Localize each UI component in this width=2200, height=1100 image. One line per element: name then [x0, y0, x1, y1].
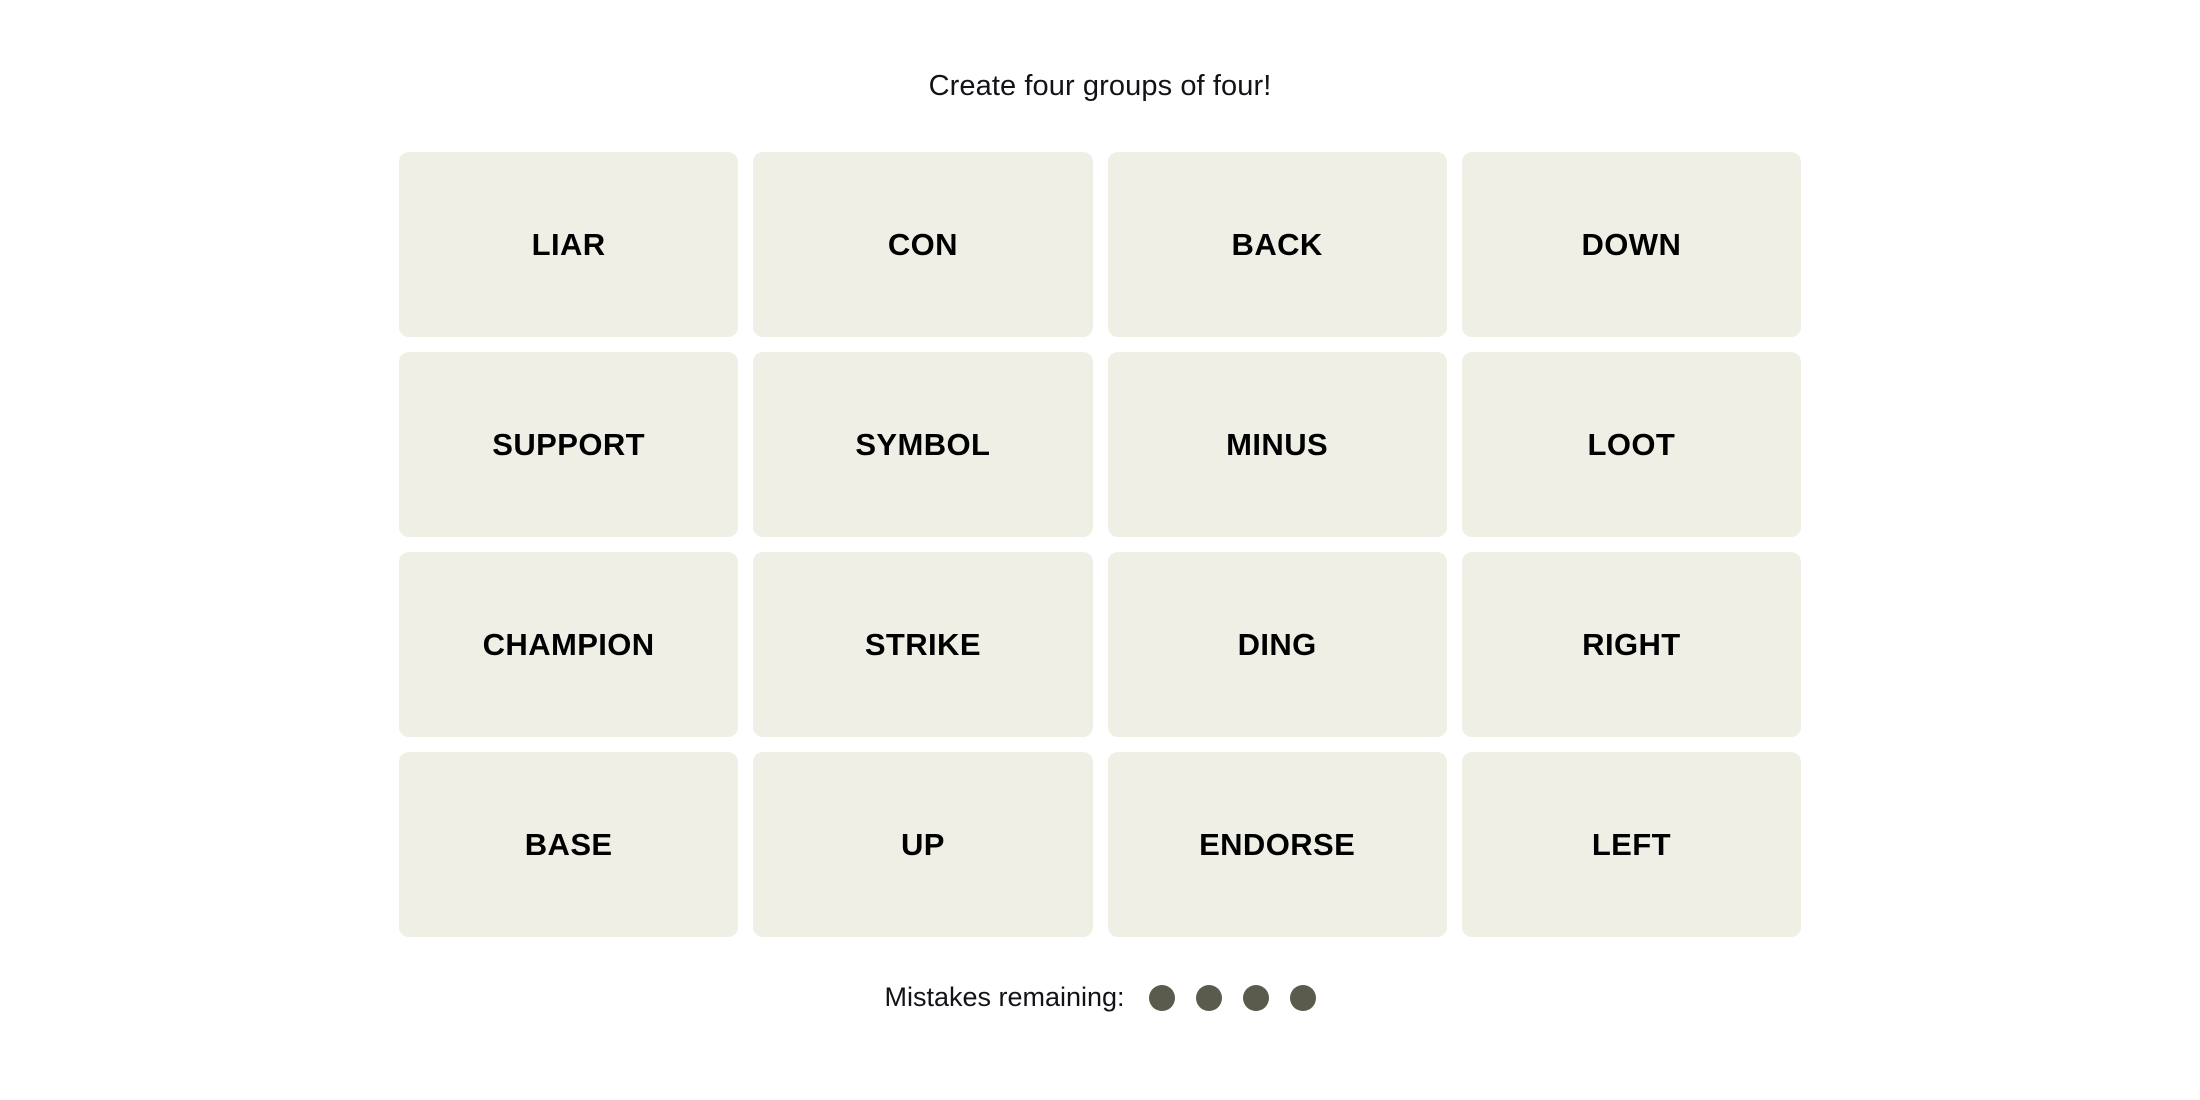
word-tile-label: SUPPORT	[492, 427, 645, 462]
word-grid: LIAR CON BACK DOWN SUPPORT SYMBOL MINUS …	[399, 152, 1801, 937]
mistake-dot-1	[1148, 984, 1175, 1011]
word-tile-4[interactable]: SUPPORT	[399, 352, 739, 537]
mistakes-remaining: Mistakes remaining:	[884, 982, 1316, 1012]
word-tile-3[interactable]: DOWN	[1461, 152, 1801, 337]
mistake-dot-4	[1289, 984, 1316, 1011]
word-tile-6[interactable]: MINUS	[1107, 352, 1447, 537]
page-title: Create four groups of four!	[928, 70, 1272, 102]
word-tile-label: RIGHT	[1582, 627, 1681, 662]
word-tile-label: MINUS	[1226, 427, 1329, 462]
word-tile-1[interactable]: CON	[753, 152, 1093, 337]
word-tile-label: SYMBOL	[855, 427, 991, 462]
word-tile-label: CON	[887, 227, 958, 262]
word-tile-2[interactable]: BACK	[1107, 152, 1447, 337]
word-tile-label: CHAMPION	[482, 627, 655, 662]
word-tile-label: BASE	[524, 827, 613, 862]
word-tile-label: LOOT	[1587, 427, 1676, 462]
word-tile-5[interactable]: SYMBOL	[753, 352, 1093, 537]
word-tile-14[interactable]: ENDORSE	[1107, 752, 1447, 937]
word-tile-8[interactable]: CHAMPION	[399, 552, 739, 737]
word-tile-label: UP	[900, 827, 945, 862]
word-tile-label: BACK	[1231, 227, 1323, 262]
word-tile-label: ENDORSE	[1199, 827, 1356, 862]
word-tile-7[interactable]: LOOT	[1461, 352, 1801, 537]
word-tile-15[interactable]: LEFT	[1461, 752, 1801, 937]
word-tile-label: DING	[1237, 627, 1317, 662]
word-tile-label: STRIKE	[864, 627, 981, 662]
mistake-dot-2	[1195, 984, 1222, 1011]
word-tile-label: LIAR	[531, 227, 606, 262]
word-tile-11[interactable]: RIGHT	[1461, 552, 1801, 737]
word-tile-label: LEFT	[1591, 827, 1671, 862]
word-tile-12[interactable]: BASE	[399, 752, 739, 937]
connections-game: Create four groups of four! LIAR CON BAC…	[0, 0, 2200, 1100]
mistakes-dot-group	[1148, 984, 1316, 1011]
word-tile-13[interactable]: UP	[753, 752, 1093, 937]
mistake-dot-3	[1242, 984, 1269, 1011]
mistakes-remaining-label: Mistakes remaining:	[884, 982, 1125, 1012]
word-tile-label: DOWN	[1581, 227, 1682, 262]
word-tile-9[interactable]: STRIKE	[753, 552, 1093, 737]
word-tile-10[interactable]: DING	[1107, 552, 1447, 737]
word-tile-0[interactable]: LIAR	[399, 152, 739, 337]
